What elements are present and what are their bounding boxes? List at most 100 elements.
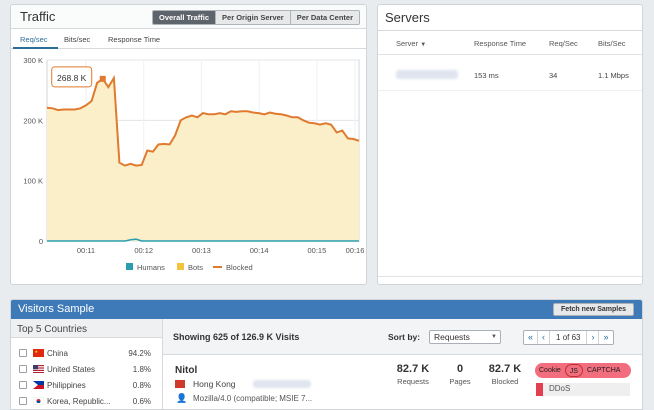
server-name-redacted <box>396 70 458 81</box>
pages-stat: 0 Pages <box>438 363 482 386</box>
last-page-button[interactable]: » <box>598 331 612 344</box>
blocked-stat: 82.7 K Blocked <box>483 363 527 386</box>
col-bits-sec[interactable]: Bits/Sec <box>598 39 626 48</box>
x-tick-label: 00:16 <box>346 246 365 255</box>
visitor-user-agent: Mozilla/4.0 (compatible; MSIE 7... <box>193 394 313 403</box>
ddos-threat-badge: DDoS <box>536 383 630 396</box>
first-page-button[interactable]: « <box>524 331 537 344</box>
country-pct: 0.6% <box>132 397 151 406</box>
cookie-challenge-badge: Cookie <box>539 367 561 374</box>
view-overall-traffic[interactable]: Overall Traffic <box>152 11 216 24</box>
server-bits-sec: 1.1 Mbps <box>598 71 629 80</box>
challenge-badges: Cookie JS CAPTCHA <box>535 363 631 378</box>
country-name: Philippines <box>47 381 86 390</box>
country-checkbox[interactable] <box>19 365 27 373</box>
peak-marker <box>99 75 106 82</box>
tooltip-value: 268.8 K <box>57 73 87 83</box>
server-response-time: 153 ms <box>474 71 499 80</box>
pagination: « ‹ 1 of 63 › » <box>523 330 614 345</box>
sort-by-label: Sort by: <box>388 332 421 342</box>
y-tick-label: 0 <box>39 237 43 246</box>
country-name: United States <box>47 365 96 374</box>
svg-text:★: ★ <box>35 349 39 354</box>
col-response-time[interactable]: Response Time <box>474 39 526 48</box>
visitor-row[interactable]: Nitol Hong Kong 👤 Mozilla/4.0 (compatibl… <box>163 355 642 409</box>
x-tick-label: 00:15 <box>307 246 326 255</box>
legend-label: Bots <box>188 263 203 272</box>
visitors-sample-panel: Visitors Sample Fetch new Samples Top 5 … <box>10 299 643 410</box>
sample-toolbar: Showing 625 of 126.9 K Visits Sort by: R… <box>163 319 642 355</box>
country-name: China <box>47 349 68 358</box>
x-tick-label: 00:12 <box>134 246 153 255</box>
col-server-label: Server <box>396 39 419 48</box>
traffic-tabs: Req/sec Bits/sec Response Time <box>11 29 366 49</box>
servers-table-header: Server ▼ Response Time Req/Sec Bits/Sec <box>378 31 642 55</box>
tab-bits-sec[interactable]: Bits/sec <box>64 35 90 44</box>
sort-by-value: Requests <box>434 332 470 342</box>
sort-by-select[interactable]: Requests ▼ <box>429 330 501 344</box>
traffic-view-switch: Overall Traffic Per Origin Server Per Da… <box>151 10 360 25</box>
requests-label: Requests <box>397 377 429 386</box>
next-page-button[interactable]: › <box>586 331 598 344</box>
tab-response-time[interactable]: Response Time <box>108 35 160 44</box>
tab-req-sec[interactable]: Req/sec <box>20 35 48 44</box>
hong-kong-flag-icon <box>175 380 185 388</box>
legend-swatch <box>126 263 133 270</box>
country-checkbox[interactable] <box>19 349 27 357</box>
us-flag-icon <box>33 365 44 373</box>
requests-value: 82.7 K <box>396 363 430 375</box>
col-req-sec[interactable]: Req/Sec <box>549 39 578 48</box>
servers-header: Servers <box>378 5 642 31</box>
traffic-header: Traffic Overall Traffic Per Origin Serve… <box>11 5 366 29</box>
traffic-title: Traffic <box>20 9 56 24</box>
view-per-data-center[interactable]: Per Data Center <box>289 11 359 24</box>
traffic-chart: 300 K 200 K 100 K 0 00:11 00:12 00:13 00:14 00:1… <box>23 56 365 272</box>
server-row[interactable]: 153 ms 34 1.1 Mbps <box>378 55 642 91</box>
korea-flag-icon <box>33 397 44 405</box>
china-flag-icon: ★ <box>33 349 44 357</box>
legend-label: Humans <box>137 263 165 272</box>
js-challenge-badge: JS <box>564 364 583 377</box>
philippines-flag-icon <box>33 381 44 389</box>
country-pct: 0.8% <box>132 381 151 390</box>
traffic-panel: Traffic Overall Traffic Per Origin Serve… <box>10 4 367 285</box>
y-tick-label: 300 K <box>23 56 43 65</box>
pages-value: 0 <box>456 363 464 375</box>
visitors-header: Visitors Sample Fetch new Samples <box>11 300 642 319</box>
servers-title: Servers <box>385 10 430 25</box>
visitor-ip-redacted <box>253 380 311 388</box>
country-name: Korea, Republic... <box>47 397 111 406</box>
blocked-value: 82.7 K <box>488 363 522 375</box>
col-server[interactable]: Server ▼ <box>396 39 426 48</box>
servers-footer-divider <box>378 276 642 277</box>
legend-label: Blocked <box>226 263 253 272</box>
top-countries-title: Top 5 Countries <box>11 319 162 338</box>
blocked-label: Blocked <box>491 377 519 386</box>
country-checkbox[interactable] <box>19 397 27 405</box>
top-countries: Top 5 Countries ★ China 94.2% United Sta… <box>11 319 163 409</box>
user-agent-icon: 👤 <box>176 393 188 403</box>
visitors-title: Visitors Sample <box>18 303 95 315</box>
visitor-location: Hong Kong <box>193 379 236 389</box>
servers-panel: Servers Server ▼ Response Time Req/Sec B… <box>377 4 643 285</box>
x-tick-label: 00:13 <box>192 246 211 255</box>
fetch-new-samples-button[interactable]: Fetch new Samples <box>553 303 634 316</box>
active-tab-indicator <box>13 47 58 49</box>
country-item[interactable]: United States 1.8% <box>11 362 163 378</box>
country-item[interactable]: Philippines 0.8% <box>11 378 163 394</box>
country-pct: 1.8% <box>132 365 151 374</box>
view-per-origin-server[interactable]: Per Origin Server <box>215 11 290 24</box>
country-item[interactable]: ★ China 94.2% <box>11 346 163 362</box>
legend-swatch <box>177 263 184 270</box>
prev-page-button[interactable]: ‹ <box>537 331 549 344</box>
visitor-name: Nitol <box>175 365 198 376</box>
pages-label: Pages <box>449 377 471 386</box>
captcha-challenge-badge: CAPTCHA <box>586 367 621 374</box>
country-checkbox[interactable] <box>19 381 27 389</box>
requests-stat: 82.7 K Requests <box>391 363 435 386</box>
sort-down-icon: ▼ <box>420 42 427 48</box>
showing-count: Showing 625 of 126.9 K Visits <box>173 332 300 342</box>
y-tick-label: 200 K <box>23 116 43 125</box>
country-item[interactable]: Korea, Republic... 0.6% <box>11 394 163 409</box>
x-tick-label: 00:14 <box>250 246 269 255</box>
